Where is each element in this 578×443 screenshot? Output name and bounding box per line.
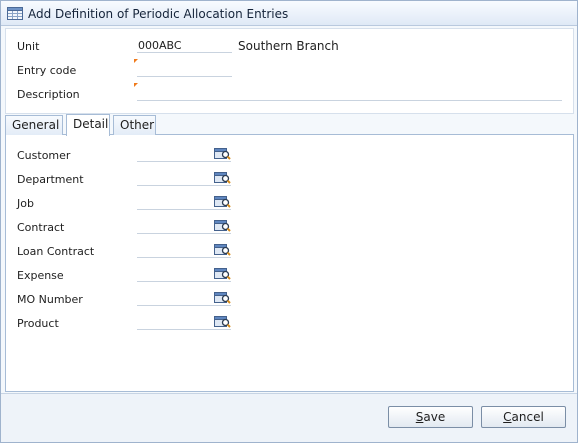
product-underline: [137, 329, 231, 330]
grid-form-icon: [7, 7, 23, 20]
contract-label: Contract: [17, 221, 65, 234]
dialog-footer: Save Cancel: [1, 393, 577, 442]
dialog-window: Add Definition of Periodic Allocation En…: [0, 0, 578, 443]
job-underline: [137, 209, 231, 210]
mo-number-underline: [137, 305, 231, 306]
cancel-label-rest: ancel: [511, 410, 544, 424]
lookup-icon[interactable]: [214, 291, 231, 304]
required-marker: [134, 83, 138, 87]
lookup-icon[interactable]: [214, 171, 231, 184]
product-label: Product: [17, 317, 59, 330]
unit-field[interactable]: 000ABC: [138, 39, 182, 52]
tab-other[interactable]: Other: [113, 115, 156, 135]
lookup-icon[interactable]: [214, 267, 231, 280]
mo-number-label: MO Number: [17, 293, 83, 306]
loan-contract-label: Loan Contract: [17, 245, 95, 258]
lookup-icon[interactable]: [214, 147, 231, 160]
window-title: Add Definition of Periodic Allocation En…: [28, 7, 289, 21]
lookup-icon[interactable]: [214, 195, 231, 208]
cancel-accelerator: C: [503, 410, 512, 424]
entry-code-label: Entry code: [17, 64, 77, 77]
department-underline: [137, 185, 231, 186]
title-bar[interactable]: Add Definition of Periodic Allocation En…: [1, 1, 577, 26]
unit-label: Unit: [17, 40, 40, 53]
customer-underline: [137, 161, 231, 162]
description-label: Description: [17, 88, 80, 101]
save-button[interactable]: Save: [388, 406, 473, 428]
lookup-icon[interactable]: [214, 219, 231, 232]
expense-label: Expense: [17, 269, 64, 282]
header-panel: Unit 000ABC Southern Branch Entry code D…: [5, 28, 574, 114]
tab-detail[interactable]: Detail: [66, 114, 110, 136]
save-label-rest: ave: [423, 410, 446, 424]
tab-general[interactable]: General: [5, 115, 63, 135]
lookup-icon[interactable]: [214, 243, 231, 256]
description-underline: [137, 100, 562, 101]
loan-contract-underline: [137, 257, 231, 258]
unit-name: Southern Branch: [238, 39, 339, 53]
entry-code-underline: [137, 76, 232, 77]
department-label: Department: [17, 173, 84, 186]
detail-tab-panel: Customer Department Job Contract Loan Co…: [5, 135, 574, 392]
contract-underline: [137, 233, 231, 234]
required-marker: [134, 59, 138, 63]
tab-strip: General Detail Other: [5, 114, 574, 136]
expense-underline: [137, 281, 231, 282]
cancel-button[interactable]: Cancel: [481, 406, 566, 428]
job-label: Job: [17, 197, 34, 210]
lookup-icon[interactable]: [214, 315, 231, 328]
customer-label: Customer: [17, 149, 71, 162]
unit-field-underline: [137, 52, 232, 53]
